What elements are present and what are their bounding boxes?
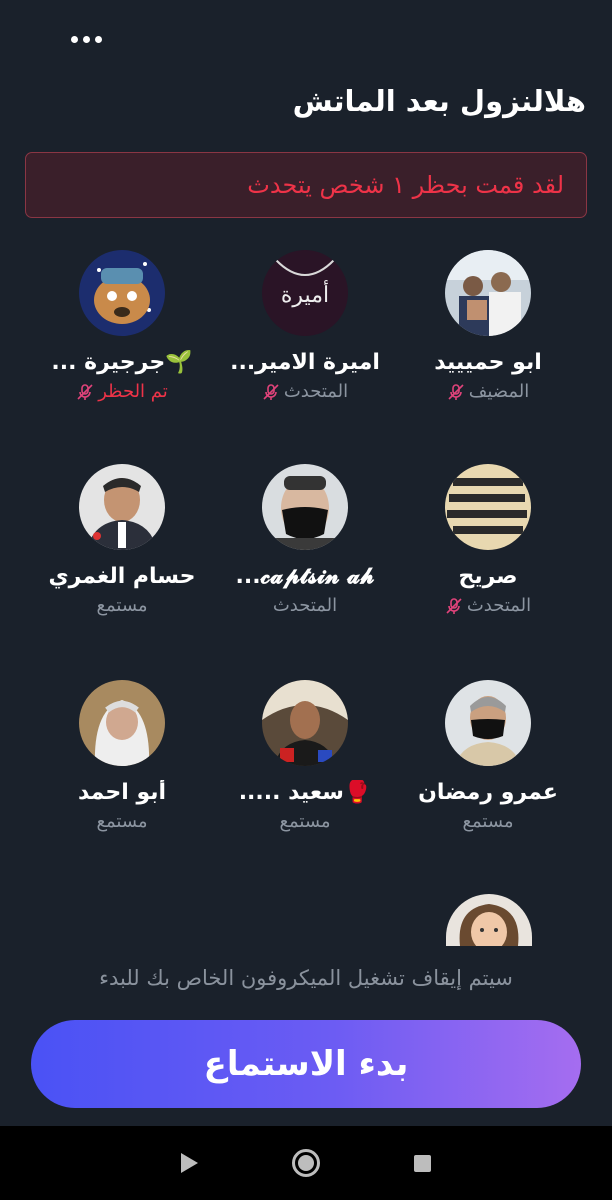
- more-options-button[interactable]: [62, 22, 110, 56]
- member-name: عمرو رمضان: [418, 780, 558, 805]
- recent-apps-icon[interactable]: [414, 1154, 431, 1172]
- start-listening-button[interactable]: بدء الاستماع: [31, 1020, 581, 1108]
- member-name: أبو احمد: [77, 780, 167, 805]
- member-role-row: المضيف: [396, 381, 580, 402]
- member-role: المتحدث: [272, 595, 338, 616]
- avatar: [445, 464, 531, 550]
- ban-notice-banner: لقد قمت بحظر ١ شخص يتحدث: [25, 152, 587, 218]
- avatar: [262, 464, 348, 550]
- mic-off-icon: [448, 383, 464, 400]
- member-card[interactable]: عمرو رمضان مستمع: [396, 680, 580, 832]
- member-name: حسام الغمري: [48, 564, 196, 589]
- member-role: مستمع: [96, 595, 148, 616]
- mic-off-icon: [446, 597, 462, 614]
- member-name: 🌱جرجيرة ...: [51, 350, 193, 375]
- member-role: المتحدث: [466, 595, 532, 616]
- member-card[interactable]: صريح المتحدث: [396, 464, 580, 616]
- member-role-row: مستمع: [396, 811, 580, 832]
- member-role: المضيف: [468, 381, 530, 402]
- member-role-row: تم الحظر: [30, 381, 214, 402]
- member-role: مستمع: [279, 811, 331, 832]
- avatar: أميرة: [262, 250, 348, 336]
- avatar: [445, 680, 531, 766]
- member-card[interactable]: أبو احمد مستمع: [30, 680, 214, 832]
- more-dot-icon: [82, 35, 90, 43]
- more-dot-icon: [70, 35, 78, 43]
- member-name: 🥊سعيد .....: [238, 780, 372, 805]
- member-card[interactable]: أميرة اميرة الامير... المتحدث: [213, 250, 397, 402]
- member-role: تم الحظر: [98, 381, 168, 402]
- room-title: هلالنزول بعد الماتش: [292, 84, 586, 118]
- member-role-row: المتحدث: [213, 381, 397, 402]
- avatar: [79, 464, 165, 550]
- home-icon[interactable]: [292, 1149, 320, 1177]
- member-role-row: مستمع: [30, 595, 214, 616]
- avatar: [445, 250, 531, 336]
- member-card[interactable]: 🌱جرجيرة ... تم الحظر: [30, 250, 214, 402]
- avatar: [262, 680, 348, 766]
- member-role: مستمع: [462, 811, 514, 832]
- member-name: صريح: [458, 564, 518, 589]
- member-card[interactable]: ابو حميييد المضيف: [396, 250, 580, 402]
- mic-off-icon: [263, 383, 279, 400]
- member-name: 𝓬𝓪𝓹𝓽𝓼𝓲𝓷 𝓪𝓱...: [235, 564, 375, 589]
- avatar-partial[interactable]: [446, 894, 532, 946]
- svg-text:أميرة: أميرة: [281, 279, 329, 308]
- mic-off-notice: سيتم إيقاف تشغيل الميكروفون الخاص بك للب…: [99, 966, 513, 990]
- member-role: المتحدث: [283, 381, 349, 402]
- member-role-row: مستمع: [213, 811, 397, 832]
- member-card[interactable]: 🥊سعيد ..... مستمع: [213, 680, 397, 832]
- ban-notice-text: لقد قمت بحظر ١ شخص يتحدث: [247, 171, 564, 199]
- more-dot-icon: [94, 35, 102, 43]
- avatar: [79, 680, 165, 766]
- member-role: مستمع: [96, 811, 148, 832]
- mic-off-icon: [77, 383, 93, 400]
- start-listening-label: بدء الاستماع: [203, 1044, 409, 1084]
- avatar: [79, 250, 165, 336]
- member-role-row: المتحدث: [396, 595, 580, 616]
- back-icon[interactable]: [181, 1153, 198, 1173]
- system-nav-bar: [0, 1126, 612, 1200]
- member-card[interactable]: 𝓬𝓪𝓹𝓽𝓼𝓲𝓷 𝓪𝓱... المتحدث: [213, 464, 397, 616]
- member-name: ابو حميييد: [434, 350, 542, 375]
- member-name: اميرة الامير...: [230, 350, 380, 375]
- member-role-row: المتحدث: [213, 595, 397, 616]
- member-role-row: مستمع: [30, 811, 214, 832]
- member-card[interactable]: حسام الغمري مستمع: [30, 464, 214, 616]
